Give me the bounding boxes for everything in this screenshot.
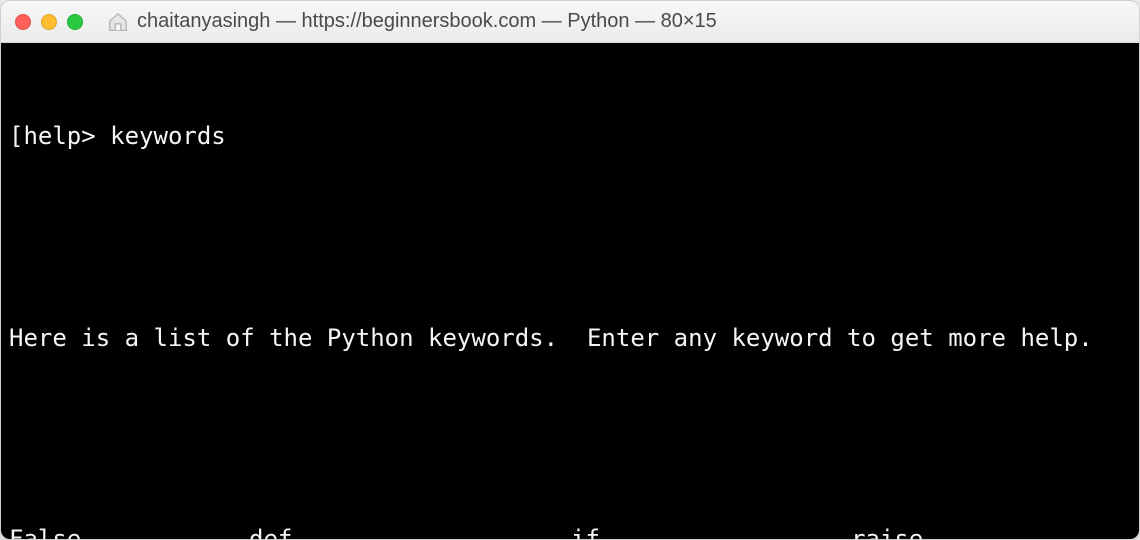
keyword: False: [9, 523, 249, 539]
prompt-line-1: [help> keywords: [9, 120, 1131, 154]
intro-text: Here is a list of the Python keywords. E…: [9, 322, 1131, 356]
minimize-icon[interactable]: [41, 14, 57, 30]
blank-line: [9, 221, 1131, 255]
zoom-icon[interactable]: [67, 14, 83, 30]
keyword: if: [571, 523, 851, 539]
terminal-window: chaitanyasingh — https://beginnersbook.c…: [0, 0, 1140, 540]
keyword: raise: [851, 523, 1131, 539]
keyword: def: [249, 523, 571, 539]
keywords-grid: False def if raise None del import retur…: [9, 523, 1131, 539]
close-icon[interactable]: [15, 14, 31, 30]
window-titlebar: chaitanyasingh — https://beginnersbook.c…: [1, 1, 1139, 43]
blank-line: [9, 423, 1131, 457]
prompt-input: keywords: [110, 120, 226, 154]
home-icon: [107, 11, 129, 33]
traffic-lights: [15, 14, 83, 30]
terminal-body[interactable]: [help> keywords Here is a list of the Py…: [1, 43, 1139, 539]
window-title: chaitanyasingh — https://beginnersbook.c…: [137, 10, 717, 33]
title-wrap: chaitanyasingh — https://beginnersbook.c…: [101, 10, 1125, 33]
prompt-prefix: [help>: [9, 120, 110, 154]
